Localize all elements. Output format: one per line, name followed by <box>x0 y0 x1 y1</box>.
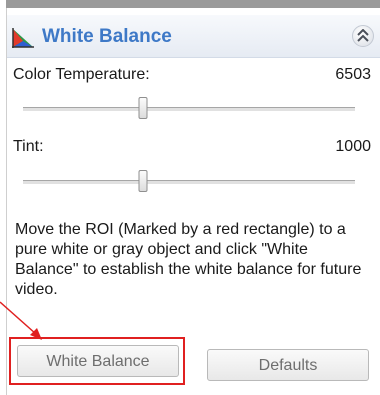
collapse-button[interactable] <box>352 25 374 47</box>
double-chevron-up-icon <box>357 29 369 42</box>
slider-thumb[interactable] <box>138 97 148 119</box>
color-temperature-value: 6503 <box>335 66 371 83</box>
color-triangle-icon <box>12 28 34 48</box>
defaults-button[interactable]: Defaults <box>207 349 369 381</box>
pointer-arrow-icon <box>0 301 42 340</box>
panel-title: White Balance <box>42 26 172 47</box>
color-temperature-slider[interactable] <box>23 96 355 122</box>
tint-value: 1000 <box>335 138 371 155</box>
white-balance-button[interactable]: White Balance <box>17 345 179 377</box>
slider-thumb[interactable] <box>138 170 148 192</box>
slider-track <box>23 180 355 185</box>
tint-label: Tint: <box>13 138 44 155</box>
panel-header[interactable]: White Balance <box>7 14 380 58</box>
tint-slider[interactable] <box>23 169 355 195</box>
window-top-strip <box>6 0 380 8</box>
slider-track <box>23 107 355 112</box>
color-temperature-label: Color Temperature: <box>13 66 150 83</box>
instructions-text: Move the ROI (Marked by a red rectangle)… <box>15 221 362 298</box>
